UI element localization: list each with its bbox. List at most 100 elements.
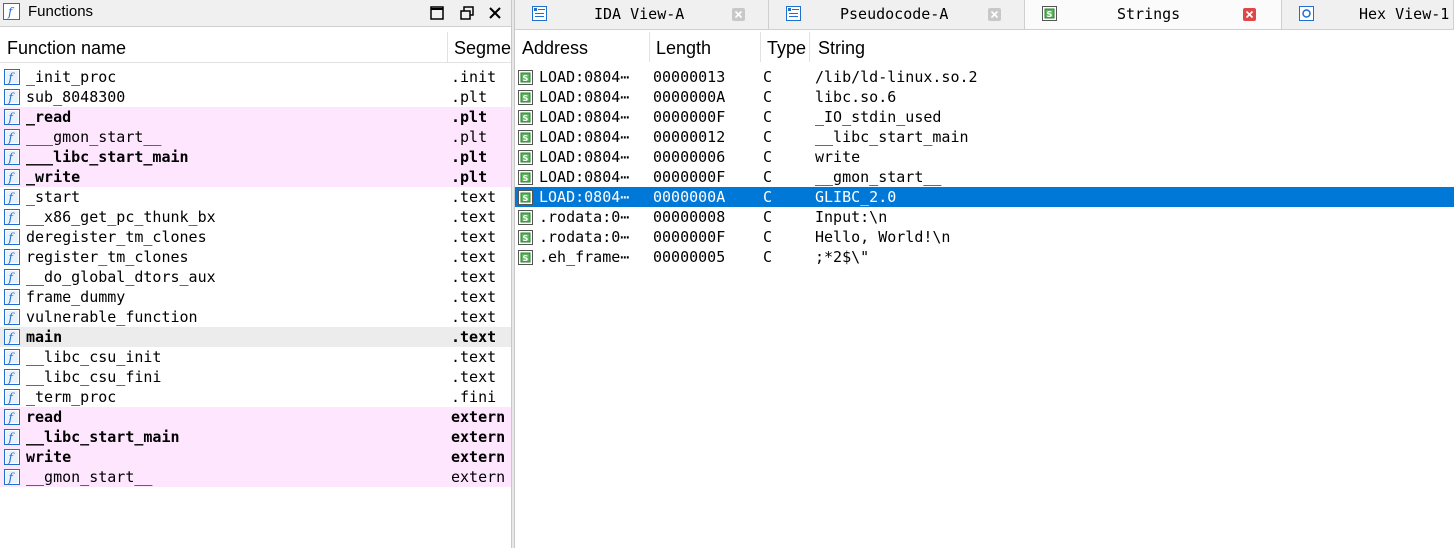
function-name: read — [26, 408, 63, 426]
function-segment: extern — [451, 408, 506, 426]
function-name: _read — [26, 108, 72, 126]
string-value: ;*2$\" — [815, 248, 870, 266]
string-row[interactable]: S LOAD:0804⋯ 0000000A Clibc.so.6 — [515, 87, 1454, 107]
function-row[interactable]: f __libc_csu_init .text — [0, 347, 511, 367]
function-row[interactable]: f _term_proc .fini — [0, 387, 511, 407]
string-address: LOAD:0804⋯ — [539, 168, 630, 186]
function-row[interactable]: f vulnerable_function .text — [0, 307, 511, 327]
column-separator[interactable] — [649, 32, 650, 62]
close-icon[interactable] — [486, 4, 504, 22]
column-separator[interactable] — [809, 32, 810, 62]
column-separator[interactable] — [760, 32, 761, 62]
function-segment: .plt — [451, 88, 488, 106]
functions-titlebar: f Functions — [0, 0, 511, 27]
function-name: register_tm_clones — [26, 248, 189, 266]
function-row[interactable]: f ___libc_start_main .plt — [0, 147, 511, 167]
function-segment: .fini — [451, 388, 497, 406]
function-row[interactable]: f _init_proc .init — [0, 67, 511, 87]
strings-header: Address Length Type String — [515, 32, 1454, 62]
function-row[interactable]: f _read .plt — [0, 107, 511, 127]
function-row[interactable]: f _start .text — [0, 187, 511, 207]
tab-pseudocode-a[interactable]: Pseudocode-A — [769, 0, 1025, 29]
maximize-icon[interactable] — [428, 4, 446, 22]
tab-strings[interactable]: S Strings — [1025, 0, 1282, 29]
tab-close-icon[interactable] — [1243, 8, 1256, 21]
function-row[interactable]: f __x86_get_pc_thunk_bx .text — [0, 207, 511, 227]
string-length: 0000000F — [653, 168, 726, 186]
tab-ida-view-a[interactable]: IDA View-A — [515, 0, 769, 29]
function-row[interactable]: f frame_dummy .text — [0, 287, 511, 307]
svg-text:S: S — [523, 114, 529, 123]
string-row[interactable]: S .eh_frame⋯ 00000005 C ;*2$\" — [515, 247, 1454, 267]
function-segment: .text — [451, 228, 497, 246]
function-segment: .text — [451, 348, 497, 366]
function-name: __do_global_dtors_aux — [26, 268, 216, 286]
function-name: __libc_start_main — [26, 428, 180, 446]
svg-text:S: S — [523, 234, 529, 243]
function-icon: f — [4, 469, 21, 490]
tab-hex-view-1[interactable]: Hex View-1 — [1282, 0, 1454, 29]
tab-label: Pseudocode-A — [840, 5, 949, 23]
string-value: write — [815, 148, 861, 166]
function-name: write — [26, 448, 72, 466]
function-row[interactable]: f _write .plt — [0, 167, 511, 187]
function-row[interactable]: f __libc_csu_fini .text — [0, 367, 511, 387]
string-row[interactable]: S LOAD:0804⋯ 00000012 C __libc_start_main — [515, 127, 1454, 147]
string-length: 0000000F — [653, 228, 726, 246]
function-row[interactable]: f __gmon_start__ extern — [0, 467, 511, 487]
function-row[interactable]: f __libc_start_main extern — [0, 427, 511, 447]
function-name: _start — [26, 188, 81, 206]
function-row[interactable]: f deregister_tm_clones .text — [0, 227, 511, 247]
column-address[interactable]: Address — [522, 38, 588, 59]
column-separator[interactable] — [447, 32, 448, 62]
function-row[interactable]: f write extern — [0, 447, 511, 467]
string-type: C — [763, 188, 773, 206]
string-length: 00000008 — [653, 208, 726, 226]
string-row[interactable]: S LOAD:0804⋯ 00000013 C/lib/ld-linux.so.2 — [515, 67, 1454, 87]
function-row[interactable]: f read extern — [0, 407, 511, 427]
function-row[interactable]: f main .text — [0, 327, 511, 347]
string-address: .rodata:0⋯ — [539, 208, 630, 226]
string-type: C — [763, 108, 773, 126]
tab-close-icon[interactable] — [988, 8, 1001, 21]
restore-icon[interactable] — [458, 4, 476, 22]
function-name: __libc_csu_fini — [26, 368, 162, 386]
pseudocode-view-icon — [786, 6, 802, 26]
function-segment: .init — [451, 68, 497, 86]
string-address: LOAD:0804⋯ — [539, 88, 630, 106]
column-function-name[interactable]: Function name — [7, 38, 126, 59]
string-row[interactable]: S .rodata:0⋯ 00000008 C Input:\n — [515, 207, 1454, 227]
string-row[interactable]: S LOAD:0804⋯ 0000000F C _IO_stdin_used — [515, 107, 1454, 127]
svg-text:S: S — [523, 214, 529, 223]
function-row[interactable]: f sub_8048300 .plt — [0, 87, 511, 107]
function-name: vulnerable_function — [26, 308, 198, 326]
string-value: __gmon_start__ — [815, 168, 942, 186]
string-row[interactable]: S LOAD:0804⋯ 00000006 Cwrite — [515, 147, 1454, 167]
string-length: 0000000A — [653, 188, 726, 206]
function-row[interactable]: f register_tm_clones .text — [0, 247, 511, 267]
function-row[interactable]: f __do_global_dtors_aux .text — [0, 267, 511, 287]
string-row[interactable]: S LOAD:0804⋯ 0000000A C GLIBC_2.0 — [515, 187, 1454, 207]
string-length: 00000012 — [653, 128, 726, 146]
function-segment: .text — [451, 248, 497, 266]
function-name: main — [26, 328, 63, 346]
string-value: /lib/ld-linux.so.2 — [815, 68, 978, 86]
function-row[interactable]: f ___gmon_start__ .plt — [0, 127, 511, 147]
tab-bar: IDA View-A Pseudocode-A S Strings Hex View-1 — [515, 0, 1454, 30]
svg-text:S: S — [1047, 10, 1053, 19]
function-segment: .plt — [451, 148, 488, 166]
function-segment: .text — [451, 188, 497, 206]
column-string[interactable]: String — [818, 38, 865, 59]
svg-text:S: S — [523, 174, 529, 183]
function-name: sub_8048300 — [26, 88, 126, 106]
column-length[interactable]: Length — [656, 38, 711, 59]
string-row[interactable]: S LOAD:0804⋯ 0000000F C __gmon_start__ — [515, 167, 1454, 187]
column-segment[interactable]: Segme — [454, 38, 511, 59]
functions-header: Function name Segme — [0, 32, 511, 63]
string-row[interactable]: S .rodata:0⋯ 0000000F C Hello, World!\n — [515, 227, 1454, 247]
function-segment: .plt — [451, 168, 488, 186]
column-type[interactable]: Type — [767, 38, 806, 59]
tab-close-icon[interactable] — [732, 8, 745, 21]
string-value: __libc_start_main — [815, 128, 969, 146]
string-type: C — [763, 128, 773, 146]
